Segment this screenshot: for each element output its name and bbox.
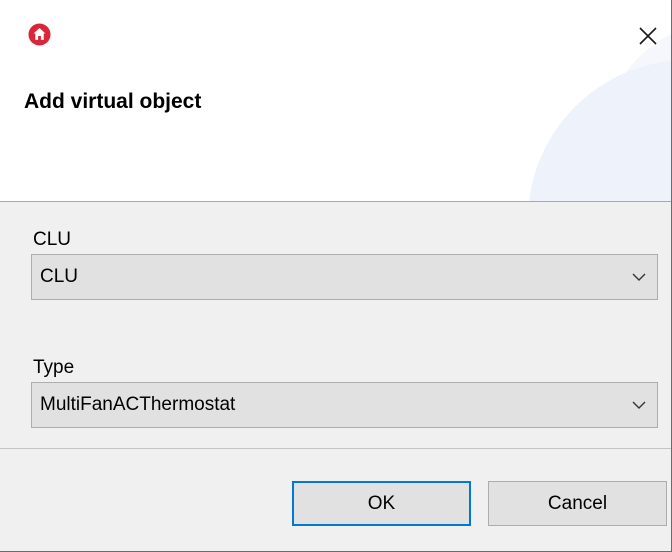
dialog-header: Add virtual object	[0, 0, 671, 201]
type-select-value: MultiFanACThermostat	[40, 394, 236, 415]
header-divider	[0, 201, 671, 202]
cancel-button[interactable]: Cancel	[488, 481, 667, 526]
chevron-down-icon	[632, 273, 646, 281]
dialog-title: Add virtual object	[24, 90, 202, 113]
add-virtual-object-dialog: Add virtual object CLU CLU Type MultiFan…	[0, 0, 672, 552]
close-icon	[639, 27, 657, 45]
ok-button[interactable]: OK	[292, 481, 471, 526]
home-icon	[28, 23, 51, 46]
type-label: Type	[33, 357, 75, 378]
close-button[interactable]	[630, 18, 666, 54]
clu-select[interactable]: CLU	[31, 254, 658, 300]
chevron-down-icon	[632, 401, 646, 409]
type-select[interactable]: MultiFanACThermostat	[31, 382, 658, 428]
clu-label: CLU	[33, 229, 72, 250]
clu-select-value: CLU	[40, 266, 79, 287]
header-decoration-arc	[528, 60, 671, 201]
footer-divider	[0, 448, 671, 449]
